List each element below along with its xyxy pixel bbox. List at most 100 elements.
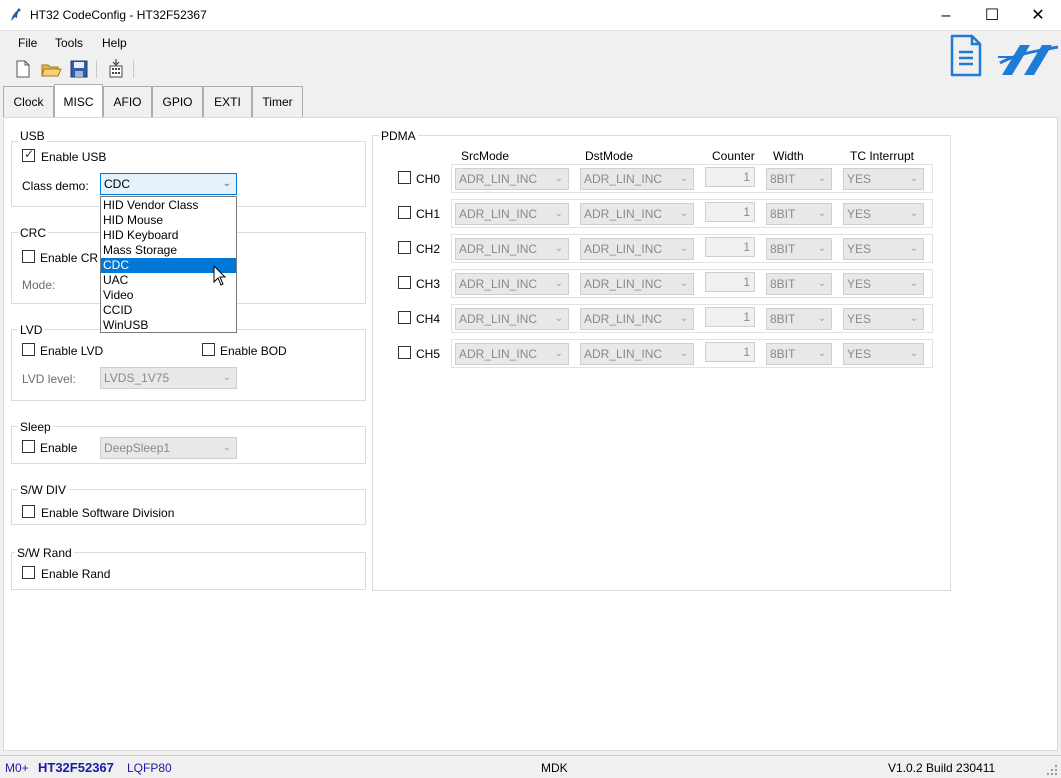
ch3-label: CH3 xyxy=(416,277,441,291)
ch3-src-select[interactable]: ADR_LIN_INC ⌄ xyxy=(455,273,569,295)
ch0-width-select[interactable]: 8BIT ⌄ xyxy=(766,168,832,190)
chevron-down-icon: ⌄ xyxy=(679,243,688,254)
chevron-down-icon: ⌄ xyxy=(909,313,918,324)
lvd-level-select[interactable]: LVDS_1V75 ⌄ xyxy=(100,367,237,389)
ch1-tc-select[interactable]: YES ⌄ xyxy=(843,203,924,225)
ch1-src-select[interactable]: ADR_LIN_INC ⌄ xyxy=(455,203,569,225)
enable-sleep-label: Enable xyxy=(40,441,78,455)
ch5-src-select[interactable]: ADR_LIN_INC ⌄ xyxy=(455,343,569,365)
ch0-dst-select[interactable]: ADR_LIN_INC ⌄ xyxy=(580,168,694,190)
chevron-down-icon: ⌄ xyxy=(554,348,563,359)
crc-mode-label: Mode: xyxy=(22,278,56,292)
option-hid-vendor-class[interactable]: HID Vendor Class xyxy=(101,198,236,213)
ch2-counter-input[interactable]: 1 xyxy=(705,237,755,257)
open-folder-icon[interactable] xyxy=(40,58,62,80)
chevron-down-icon: ⌄ xyxy=(817,243,826,254)
enable-sleep-checkbox[interactable] xyxy=(22,440,35,453)
tab-gpio[interactable]: GPIO xyxy=(152,86,203,117)
ch3-dst-select[interactable]: ADR_LIN_INC ⌄ xyxy=(580,273,694,295)
tab-timer[interactable]: Timer xyxy=(252,86,303,117)
ch4-label: CH4 xyxy=(416,312,441,326)
enable-bod-checkbox[interactable] xyxy=(202,343,215,356)
option-mass-storage[interactable]: Mass Storage xyxy=(101,243,236,258)
sleep-group-title: Sleep xyxy=(18,420,53,434)
ch2-width-select[interactable]: 8BIT ⌄ xyxy=(766,238,832,260)
sleep-mode-select[interactable]: DeepSleep1 ⌄ xyxy=(100,437,237,459)
lvd-level-label: LVD level: xyxy=(22,372,76,386)
resize-grip-icon[interactable] xyxy=(1046,764,1058,776)
ch3-width-select[interactable]: 8BIT ⌄ xyxy=(766,273,832,295)
option-video[interactable]: Video xyxy=(101,288,236,303)
enable-rand-checkbox[interactable] xyxy=(22,566,35,579)
tc-interrupt-header: TC Interrupt xyxy=(850,149,915,163)
ch1-dst-select[interactable]: ADR_LIN_INC ⌄ xyxy=(580,203,694,225)
tab-misc[interactable]: MISC xyxy=(54,84,103,118)
ch4-src-select[interactable]: ADR_LIN_INC ⌄ xyxy=(455,308,569,330)
enable-swdiv-checkbox[interactable] xyxy=(22,505,35,518)
chevron-down-icon: ⌄ xyxy=(554,208,563,219)
ch4-width-select[interactable]: 8BIT ⌄ xyxy=(766,308,832,330)
enable-lvd-checkbox[interactable] xyxy=(22,343,35,356)
maximize-button[interactable]: ☐ xyxy=(969,0,1015,31)
enable-bod-label: Enable BOD xyxy=(220,344,287,358)
tab-exti[interactable]: EXTI xyxy=(203,86,252,117)
option-winusb[interactable]: WinUSB xyxy=(101,318,236,333)
save-icon[interactable] xyxy=(68,58,90,80)
enable-crc-checkbox[interactable] xyxy=(22,250,35,263)
core-status: M0+ xyxy=(5,761,29,775)
ch5-checkbox[interactable] xyxy=(398,346,411,359)
ch5-dst-select[interactable]: ADR_LIN_INC ⌄ xyxy=(580,343,694,365)
ch3-counter-input[interactable]: 1 xyxy=(705,272,755,292)
ch5-tc-select[interactable]: YES ⌄ xyxy=(843,343,924,365)
chevron-down-icon: ⌄ xyxy=(817,208,826,219)
chevron-down-icon: ⌄ xyxy=(909,243,918,254)
menu-help[interactable]: Help xyxy=(102,36,127,50)
ch3-tc-select[interactable]: YES ⌄ xyxy=(843,273,924,295)
chevron-down-icon: ⌄ xyxy=(679,208,688,219)
new-file-icon[interactable] xyxy=(12,58,34,80)
ch2-src-select[interactable]: ADR_LIN_INC ⌄ xyxy=(455,238,569,260)
option-hid-keyboard[interactable]: HID Keyboard xyxy=(101,228,236,243)
ch0-src-select[interactable]: ADR_LIN_INC ⌄ xyxy=(455,168,569,190)
ch2-checkbox[interactable] xyxy=(398,241,411,254)
ch1-counter-input[interactable]: 1 xyxy=(705,202,755,222)
ch3-checkbox[interactable] xyxy=(398,276,411,289)
ch5-label: CH5 xyxy=(416,347,441,361)
app-icon xyxy=(11,8,21,21)
menu-file[interactable]: File xyxy=(18,36,37,50)
chevron-down-icon: ⌄ xyxy=(679,173,688,184)
ch0-tc-select[interactable]: YES ⌄ xyxy=(843,168,924,190)
ch5-width-select[interactable]: 8BIT ⌄ xyxy=(766,343,832,365)
chevron-down-icon: ⌄ xyxy=(817,278,826,289)
ch5-counter-input[interactable]: 1 xyxy=(705,342,755,362)
enable-usb-checkbox[interactable] xyxy=(22,147,35,162)
ch1-width-select[interactable]: 8BIT ⌄ xyxy=(766,203,832,225)
option-hid-mouse[interactable]: HID Mouse xyxy=(101,213,236,228)
class-demo-select[interactable]: CDC ⌄ xyxy=(100,173,237,195)
ch4-dst-select[interactable]: ADR_LIN_INC ⌄ xyxy=(580,308,694,330)
ch2-dst-select[interactable]: ADR_LIN_INC ⌄ xyxy=(580,238,694,260)
toolbar xyxy=(0,55,940,83)
minimize-button[interactable]: – xyxy=(923,0,969,31)
ch4-tc-select[interactable]: YES ⌄ xyxy=(843,308,924,330)
lvd-level-value: LVDS_1V75 xyxy=(104,371,170,385)
class-demo-value: CDC xyxy=(104,177,130,191)
ch1-checkbox[interactable] xyxy=(398,206,411,219)
ch4-checkbox[interactable] xyxy=(398,311,411,324)
version-status: V1.0.2 Build 230411 xyxy=(888,761,996,775)
tab-afio[interactable]: AFIO xyxy=(103,86,152,117)
chevron-down-icon: ⌄ xyxy=(222,178,231,189)
ch0-checkbox[interactable] xyxy=(398,171,411,184)
chevron-down-icon: ⌄ xyxy=(817,313,826,324)
tab-clock[interactable]: Clock xyxy=(3,86,54,117)
toolchain-status: MDK xyxy=(541,761,568,775)
menu-tools[interactable]: Tools xyxy=(55,36,83,50)
close-button[interactable]: ✕ xyxy=(1015,0,1061,31)
ch2-tc-select[interactable]: YES ⌄ xyxy=(843,238,924,260)
ch4-counter-input[interactable]: 1 xyxy=(705,307,755,327)
option-ccid[interactable]: CCID xyxy=(101,303,236,318)
holtek-logo-icon xyxy=(998,45,1059,75)
ch0-counter-input[interactable]: 1 xyxy=(705,167,755,187)
swdiv-group-title: S/W DIV xyxy=(18,483,69,497)
generate-code-icon[interactable] xyxy=(105,58,127,80)
